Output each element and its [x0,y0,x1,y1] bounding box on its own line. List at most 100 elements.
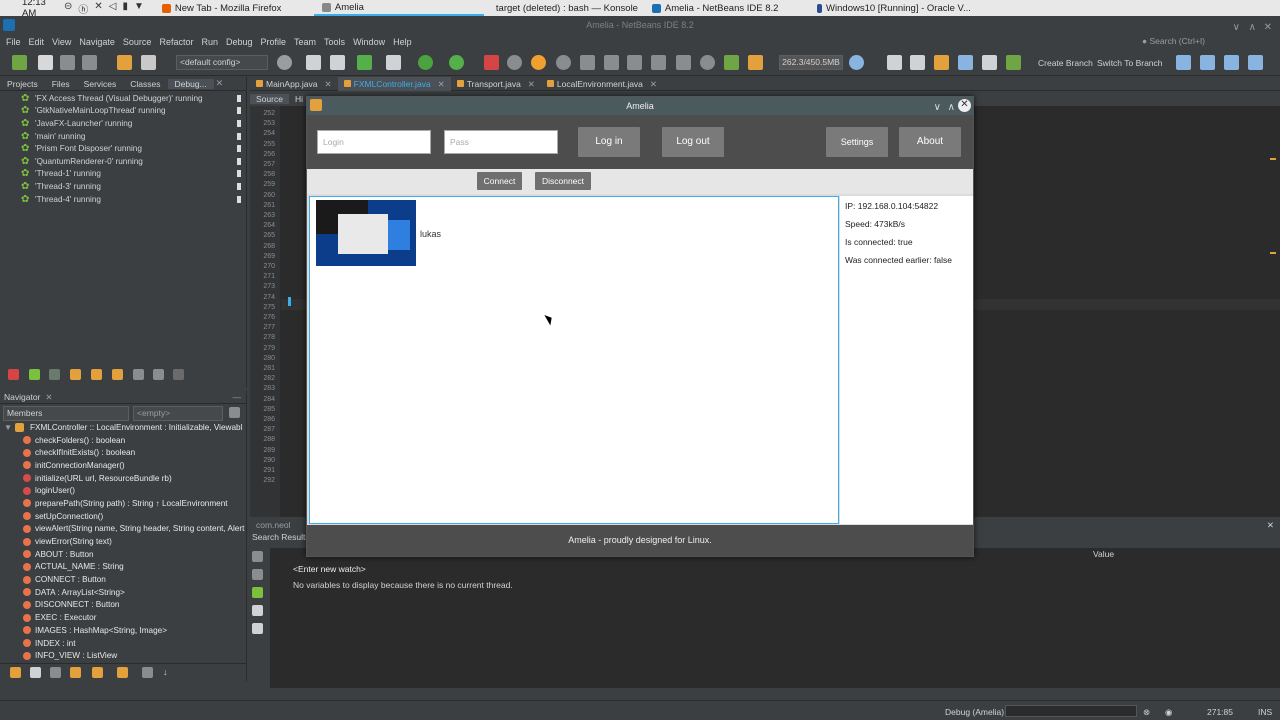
suspend-icon[interactable] [237,182,241,190]
open-project-icon[interactable] [60,55,75,70]
navigator-member[interactable]: INFO_VIEW : ListView [0,649,246,662]
navigator-member[interactable]: viewError(String text) [0,535,246,548]
tools-icon[interactable]: ✕ [94,1,102,16]
connect-button[interactable]: Connect [477,172,522,190]
cancel-progress-icon[interactable]: ⊗ [1143,707,1150,718]
navigator-member[interactable]: ACTUAL_NAME : String [0,561,246,574]
login-button[interactable]: Log in [578,127,640,157]
pause-icon[interactable] [507,55,522,70]
taskbar-task[interactable]: Windows10 [Running] - Oracle V... [809,0,979,16]
battery-icon[interactable]: ▮ [122,1,128,16]
run-icon[interactable] [357,55,372,70]
panel-tab[interactable]: Classes [123,79,167,89]
taskbar-task[interactable]: Amelia [313,0,484,16]
suspend-icon[interactable] [237,195,241,203]
menu-window[interactable]: Window [349,37,389,47]
navigator-member[interactable]: IMAGES : HashMap<String, Image> [0,624,246,637]
filter-icon[interactable] [173,369,184,380]
suspend-icon[interactable] [237,170,241,178]
memory-indicator[interactable]: 262.3/450.5MB [779,55,843,70]
editor-tab[interactable]: FXMLController.java ✕ [337,76,451,91]
step-into-icon[interactable] [580,55,595,70]
menu-refactor[interactable]: Refactor [155,37,197,47]
suspend-thread-icon[interactable] [29,369,40,380]
menu-help[interactable]: Help [389,37,416,47]
variables-icon[interactable] [252,569,263,580]
notifications-icon[interactable]: ◉ [1165,707,1172,718]
navigator-member[interactable]: loginUser() [0,484,246,497]
menu-tools[interactable]: Tools [320,37,349,47]
sort-icon[interactable] [153,369,164,380]
navigator-minimize-icon[interactable]: — [233,392,242,402]
build-icon[interactable] [306,55,321,70]
screenshot-icon[interactable] [748,55,763,70]
git-diff-icon[interactable] [910,55,925,70]
menu-run[interactable]: Run [197,37,222,47]
menu-view[interactable]: View [48,37,75,47]
settings-button[interactable]: Settings [826,127,888,157]
network-icon[interactable]: ⊝ [64,1,72,16]
panel-tab[interactable]: Projects [0,79,45,89]
navigator-close-icon[interactable]: ✕ [45,392,52,403]
navigator-member[interactable]: INDEX : int [0,637,246,650]
close-tab-icon[interactable]: ✕ [528,77,535,91]
navigator-member[interactable]: viewAlert(String name, String header, St… [0,523,246,536]
thread-row[interactable]: ✿ 'Thread-4' running [0,193,246,206]
thread-row[interactable]: ✿ 'FX Access Thread (Visual Debugger)' ru… [0,92,246,105]
step-over-icon[interactable] [556,55,571,70]
menu-file[interactable]: File [2,37,25,47]
suspend-icon[interactable] [237,107,241,115]
about-button[interactable]: About [899,127,961,157]
show-classes-icon[interactable] [252,605,263,616]
hp-icon[interactable]: ⓗ [78,1,88,16]
client-screenshot-thumbnail[interactable] [316,200,416,266]
show-inner-classes-icon[interactable] [117,667,128,678]
navigator-member[interactable]: CONNECT : Button [0,573,246,586]
apply-code-changes-icon[interactable] [651,55,666,70]
expand-icon[interactable]: ▼ [4,423,12,432]
show-static-icon[interactable] [50,667,61,678]
navigator-member[interactable]: checkIfInitExists() : boolean [0,446,246,459]
navigator-member[interactable]: initConnectionManager() [0,459,246,472]
wifi-icon[interactable]: ▼ [134,1,144,16]
panel-tab[interactable]: Files [45,79,77,89]
thread-row[interactable]: ✿ 'Thread-3' running [0,180,246,193]
breadcrumb[interactable]: com.neol [250,520,291,530]
taskbar-task[interactable]: New Tab - Mozilla Firefox [154,0,314,16]
thread-row[interactable]: ✿ 'GtkNativeMainLoopThread' running [0,105,246,118]
menu-debug[interactable]: Debug [222,37,257,47]
continue-icon[interactable] [531,55,546,70]
redo-icon[interactable] [141,55,156,70]
enter-watch-row[interactable]: <Enter new watch> [293,564,366,574]
navigator-member[interactable]: preparePath(String path) : String ↑ Loca… [0,497,246,510]
thread-row[interactable]: ✿ 'main' running [0,130,246,143]
gc-icon[interactable] [849,55,864,70]
logout-button[interactable]: Log out [662,127,724,157]
panel-close-icon[interactable]: ✕ [216,78,224,89]
value-column-header[interactable]: Value [1093,549,1114,559]
config-select[interactable]: <default config> [176,55,268,70]
empty-select[interactable]: <empty> [133,406,223,421]
menu-edit[interactable]: Edit [25,37,49,47]
menu-source[interactable]: Source [119,37,156,47]
navigator-member[interactable]: EXEC : Executor [0,611,246,624]
thread-row[interactable]: ✿ 'Thread-1' running [0,168,246,181]
thread-group-icon[interactable] [133,369,144,380]
thread-row[interactable]: ✿ 'JavaFX-Launcher' running [0,117,246,130]
git-commit-icon[interactable] [887,55,902,70]
pause-io-icon[interactable] [724,55,739,70]
new-project-icon[interactable] [12,55,27,70]
members-select[interactable]: Members [3,406,129,421]
taskbar-task[interactable]: Amelia - NetBeans IDE 8.2 [644,0,809,16]
error-stripe-mark[interactable] [1270,252,1276,254]
suspend-icon[interactable] [237,132,241,140]
rebase-icon[interactable] [1224,55,1239,70]
stash-icon[interactable] [1200,55,1215,70]
menu-team[interactable]: Team [290,37,320,47]
panel-tab[interactable]: Debug... [167,78,214,89]
client-list[interactable]: lukas [309,196,839,524]
evaluate-icon[interactable] [252,623,263,634]
new-file-icon[interactable] [38,55,53,70]
fqn-icon[interactable] [142,667,153,678]
suspend-icon[interactable] [237,94,241,102]
